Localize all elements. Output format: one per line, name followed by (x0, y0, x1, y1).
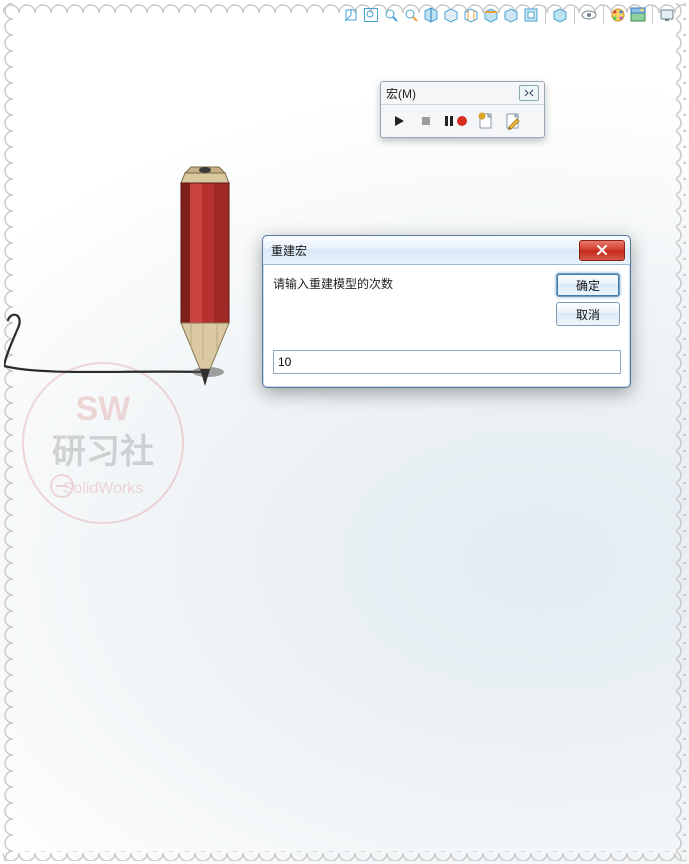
rebuild-count-input[interactable] (273, 350, 621, 374)
zoom-previous-icon[interactable] (403, 7, 419, 23)
toolbar-separator (603, 6, 604, 24)
macro-new-button[interactable] (476, 111, 496, 131)
dialog-close-button[interactable] (579, 240, 625, 261)
display-style-icon[interactable] (443, 7, 459, 23)
hlr-style-icon[interactable] (463, 7, 479, 23)
watermark-line1: SW (76, 390, 132, 428)
appearance-icon[interactable] (610, 7, 626, 23)
macro-pause-record-button[interactable] (443, 111, 469, 131)
zoom-window-icon[interactable] (363, 7, 379, 23)
zoom-fit-icon[interactable] (383, 7, 399, 23)
visibility-icon[interactable] (581, 7, 597, 23)
macro-toolbar-close-button[interactable] (519, 85, 539, 101)
toolbar-separator (574, 6, 575, 24)
view-toolbar (343, 6, 675, 24)
section-view-icon[interactable] (423, 7, 439, 23)
model-display3-icon[interactable] (552, 7, 568, 23)
render-settings-icon[interactable] (659, 7, 675, 23)
watermark-line3: SolidWorks (63, 480, 144, 497)
watermark-line2: 研习社 (52, 433, 154, 471)
toolbar-separator (652, 6, 653, 24)
view-orientation-icon[interactable] (343, 7, 359, 23)
macro-stop-button[interactable] (416, 111, 436, 131)
macro-toolbar[interactable]: 宏(M) (380, 81, 545, 138)
model-display2-icon[interactable] (523, 7, 539, 23)
cancel-button[interactable]: 取消 (556, 302, 620, 326)
macro-play-button[interactable] (389, 111, 409, 131)
pencil-model (173, 163, 237, 388)
rebuild-macro-dialog: 重建宏 请输入重建模型的次数 确定 取消 (262, 235, 631, 388)
macro-toolbar-title: 宏(M) (386, 85, 416, 102)
toolbar-separator (545, 6, 546, 24)
dialog-titlebar[interactable]: 重建宏 (263, 236, 630, 265)
model-display-icon[interactable] (503, 7, 519, 23)
macro-edit-button[interactable] (503, 111, 523, 131)
scene-icon[interactable] (630, 7, 646, 23)
draft-analysis-icon[interactable] (483, 7, 499, 23)
dialog-title: 重建宏 (271, 242, 307, 259)
ok-button[interactable]: 确定 (556, 273, 620, 297)
